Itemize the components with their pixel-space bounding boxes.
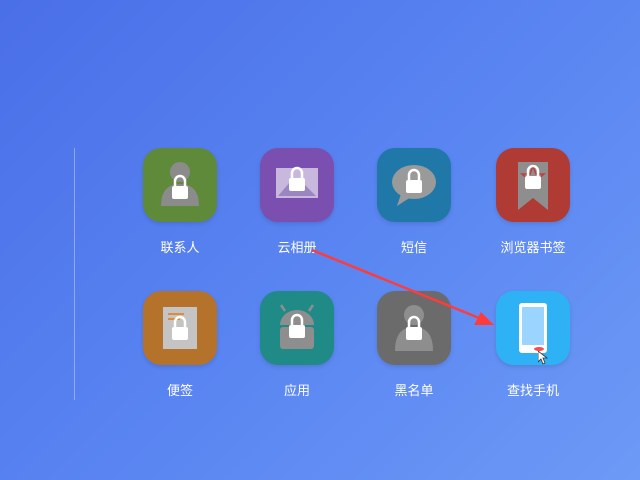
app-label: 浏览器书签 — [500, 241, 566, 256]
notes-icon — [143, 291, 217, 365]
sms-icon — [377, 148, 451, 222]
blacklist-icon — [377, 291, 451, 365]
app-contacts[interactable]: 联系人 — [125, 148, 235, 268]
contacts-icon — [143, 148, 217, 222]
app-applications[interactable]: 应用 — [242, 291, 352, 411]
app-label: 便签 — [166, 384, 193, 399]
app-label: 查找手机 — [506, 384, 559, 399]
find-phone-icon — [496, 291, 570, 365]
app-label: 云相册 — [277, 241, 317, 256]
app-find-phone[interactable]: 查找手机 — [478, 291, 588, 411]
app-cloud-album[interactable]: 云相册 — [242, 148, 352, 268]
app-label: 短信 — [400, 241, 427, 256]
cloud-album-icon — [260, 148, 334, 222]
mouse-cursor-icon — [538, 351, 548, 365]
android-icon — [260, 291, 334, 365]
app-label: 应用 — [283, 384, 310, 399]
app-notes[interactable]: 便签 — [125, 291, 235, 411]
app-label: 黑名单 — [394, 384, 434, 399]
app-blacklist[interactable]: 黑名单 — [359, 291, 469, 411]
app-sms[interactable]: 短信 — [359, 148, 469, 268]
app-browser-bookmarks[interactable]: 浏览器书签 — [478, 148, 588, 268]
app-grid: 联系人 云相册 短信 浏览器书签 便签 应用 黑名单 查找手机 — [0, 0, 640, 480]
bookmark-icon — [496, 148, 570, 222]
app-label: 联系人 — [160, 241, 200, 256]
